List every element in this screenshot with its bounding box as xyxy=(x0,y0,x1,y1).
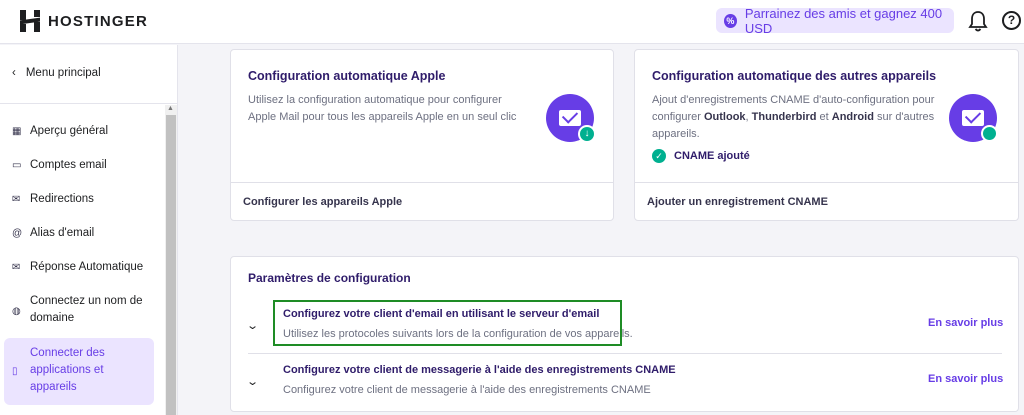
forward-mail-icon: ✉ xyxy=(12,194,21,205)
device-icon: ▯ xyxy=(12,366,18,377)
highlight-box xyxy=(273,300,622,346)
grid-icon: ▦ xyxy=(12,126,22,137)
top-bar: HOSTINGER % Parrainez des amis et gagnez… xyxy=(0,0,1024,44)
sidebar-item-label: Connectez un nom de domaine xyxy=(30,295,143,324)
hostinger-logo[interactable]: HOSTINGER xyxy=(20,10,148,32)
sidebar-item-label: Connecter des applications et appareils xyxy=(30,347,105,393)
cname-status-label: CNAME ajouté xyxy=(674,150,750,162)
config-section-title: Paramètres de configuration xyxy=(248,271,411,285)
configure-apple-devices-link[interactable]: Configurer les appareils Apple xyxy=(243,196,402,208)
referral-button[interactable]: % Parrainez des amis et gagnez 400 USD xyxy=(716,5,954,36)
sidebar-item-reponse-automatique[interactable]: ✉ Réponse Automatique xyxy=(12,259,157,276)
sidebar-item-label: Aperçu général xyxy=(30,125,108,137)
add-cname-link[interactable]: Ajouter un enregistrement CNAME xyxy=(647,196,828,208)
sidebar-item-alias[interactable]: @ Alias d'email xyxy=(12,225,157,242)
hostinger-logo-icon xyxy=(20,10,40,32)
help-icon[interactable]: ? xyxy=(1002,11,1021,30)
sidebar-item-connect-apps[interactable]: ▯ Connecter des applications et appareil… xyxy=(12,345,127,396)
sidebar-item-comptes-email[interactable]: ▭ Comptes email xyxy=(12,157,157,174)
sidebar-item-apercu[interactable]: ▦ Aperçu général xyxy=(12,123,157,140)
back-label: Menu principal xyxy=(25,67,101,79)
status-dot-icon xyxy=(981,125,998,142)
notification-bell-icon[interactable] xyxy=(968,10,988,32)
other-card-title: Configuration automatique des autres app… xyxy=(652,69,937,83)
at-icon: @ xyxy=(12,228,23,239)
other-card-description: Ajout d'enregistrements CNAME d'auto-con… xyxy=(652,94,935,140)
brand-name: HOSTINGER xyxy=(48,12,148,30)
sidebar-item-connect-domain[interactable]: ◍ Connectez un nom de domaine xyxy=(12,293,157,327)
referral-label: Parrainez des amis et gagnez 400 USD xyxy=(744,5,943,36)
sidebar: ‹ Menu principal ▲ ▦ Aperçu général ▭ Co… xyxy=(0,45,178,415)
apple-card-title: Configuration automatique Apple xyxy=(248,69,446,83)
chevron-left-icon: ‹ xyxy=(12,67,16,79)
check-circle-icon: ✓ xyxy=(652,149,666,163)
sidebar-item-label: Comptes email xyxy=(30,159,107,171)
sidebar-scrollbar-thumb[interactable] xyxy=(166,115,176,415)
apple-config-card: Configuration automatique Apple Utilisez… xyxy=(230,49,614,221)
sidebar-item-label: Réponse Automatique xyxy=(30,261,144,273)
learn-more-link[interactable]: En savoir plus xyxy=(928,317,1003,329)
cname-config-row-title[interactable]: Configurez votre client de messagerie à … xyxy=(283,364,676,376)
inbox-icon: ▭ xyxy=(12,160,22,171)
sidebar-divider xyxy=(0,103,178,104)
chevron-down-icon[interactable]: ⌄ xyxy=(246,375,259,388)
row-divider xyxy=(248,353,1002,354)
globe-link-icon: ◍ xyxy=(12,306,21,317)
other-devices-config-card: Configuration automatique des autres app… xyxy=(634,49,1019,221)
percent-badge-icon: % xyxy=(724,13,737,28)
sidebar-item-redirections[interactable]: ✉ Redirections xyxy=(12,191,157,208)
auto-reply-icon: ✉ xyxy=(12,262,21,273)
sidebar-item-label: Redirections xyxy=(30,193,94,205)
apple-card-description: Utilisez la configuration automatique po… xyxy=(248,94,517,123)
scroll-up-arrow-icon[interactable]: ▲ xyxy=(167,105,174,112)
download-icon: ↓ xyxy=(578,125,596,143)
card-divider xyxy=(231,182,613,183)
sidebar-item-label: Alias d'email xyxy=(30,227,95,239)
chevron-down-icon[interactable]: ⌄ xyxy=(246,319,259,332)
cname-config-row-description: Configurez votre client de messagerie à … xyxy=(283,384,651,396)
learn-more-link[interactable]: En savoir plus xyxy=(928,373,1003,385)
back-to-main-menu[interactable]: ‹ Menu principal xyxy=(12,67,101,79)
card-divider xyxy=(635,182,1018,183)
